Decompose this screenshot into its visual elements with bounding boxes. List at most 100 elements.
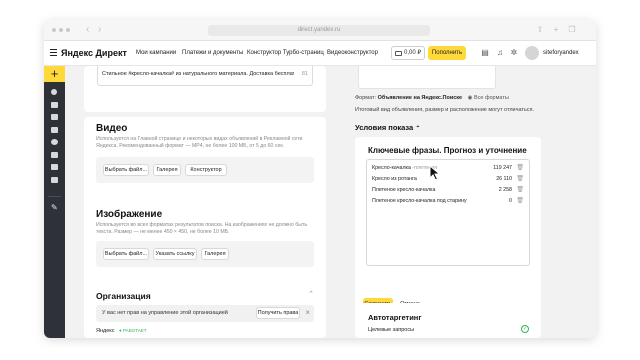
wrench-icon[interactable] [51,127,58,133]
close-icon[interactable]: × [305,308,310,318]
browser-toolbar: ‹ › direct.yandex.ru ⇪ + ❐ [44,20,596,41]
organization-notice-text: У вас нет прав на управление этой органи… [102,310,228,316]
keyword-phrase: Кресло из ротанга [372,176,417,182]
sidebar-divider [48,196,61,197]
video-gallery-button[interactable]: Галерея [153,164,181,176]
nav-payments[interactable]: Платежи и документы [182,50,243,56]
address-bar[interactable]: direct.yandex.ru [208,25,430,36]
share-icon[interactable]: ⇪ [536,26,544,34]
image-card: Изображение Используется во всех формата… [84,203,326,291]
video-choose-file-button[interactable]: Выбрать файл... [103,164,149,176]
ad-text-counter: 81 [301,71,308,77]
chevron-up-icon[interactable]: ⌃ [308,290,314,298]
back-arrow-icon[interactable]: ‹ [86,24,89,36]
format-line: Формат: Объявление на Яндекс.Поиске ◉ Вс… [355,95,509,101]
username[interactable]: siteforyandex [543,50,579,56]
keyword-count: 119 247 [493,165,512,171]
eye-icon: ◉ [467,95,473,101]
like-icon[interactable] [51,177,58,183]
new-tab-icon[interactable]: + [552,26,560,34]
info-icon[interactable] [51,139,58,145]
image-button-row: Выбрать файл... Указать ссылку Галерея [96,241,314,267]
ad-text-field[interactable]: Стильное #кресло-качалка# из натуральног… [97,66,313,86]
keywords-textarea[interactable]: Кресло-качалка -плетеная 119 247 🗑 Кресл… [366,159,530,266]
avatar[interactable] [525,46,539,60]
organization-status-badge: ● РАБОТАЕТ [119,328,147,333]
list-icon[interactable] [51,102,58,108]
preview-note: Итоговый вид объявления, размер и распол… [355,107,535,113]
forward-arrow-icon[interactable]: › [98,24,101,36]
pencil-icon[interactable]: ✎ [51,204,58,212]
all-formats-link[interactable]: Все форматы [474,95,509,101]
keyword-phrase: Плетеное кресло-качалка под старину [372,198,467,204]
image-choose-file-button[interactable]: Выбрать файл... [103,248,149,260]
messages-icon[interactable]: ▤ [481,49,489,57]
organization-title: Организация [96,291,151,301]
wallet-icon [395,51,402,56]
keyword-count: 26 110 [496,176,512,182]
autotargeting-card: Автотаргетинг Целевые запросы ✓ [355,303,541,338]
keyword-row[interactable]: Плетеное кресло-качалка под старину 0 🗑 [372,196,526,206]
chevron-up-icon: ⌃ [415,126,421,132]
keyword-count: 2 258 [498,187,512,193]
trash-icon[interactable]: 🗑 [516,163,524,173]
conditions-title[interactable]: Условия показа ⌃ [355,123,420,132]
format-label: Формат: [355,95,377,101]
format-value: Объявление на Яндекс.Поиске [377,95,463,101]
autotargeting-title: Автотаргетинг [368,313,422,322]
lightbulb-icon[interactable] [51,89,57,95]
organization-name-text: Яндекс [96,328,115,334]
logo[interactable]: Яндекс Директ [61,48,127,58]
add-campaign-button[interactable]: + [44,66,65,82]
nav-my-campaigns[interactable]: Мои кампании [136,50,176,56]
video-constructor-button[interactable]: Конструктор [185,164,227,176]
ad-preview [358,66,496,89]
notifications-icon[interactable]: ♫ [496,49,504,57]
keywords-card: Ключевые фразы. Прогноз и уточнение Крес… [355,137,541,317]
window-controls[interactable] [52,28,70,32]
trash-icon[interactable]: 🗑 [516,174,524,184]
video-title: Видео [96,123,128,134]
organization-card: Организация ⌃ У вас нет прав на управлен… [84,282,326,338]
browser-window: ‹ › direct.yandex.ru ⇪ + ❐ Яндекс Директ… [44,20,596,338]
check-icon[interactable]: ✓ [521,325,529,333]
balance-widget[interactable]: 0,00 ₽ [391,46,425,60]
autotargeting-item: Целевые запросы [368,327,415,333]
tag-icon[interactable] [51,152,58,158]
video-button-row: Выбрать файл... Галерея Конструктор [96,157,314,183]
app-header: Яндекс Директ Мои кампании Платежи и док… [44,41,596,66]
keyword-phrase: Кресло-качалка [372,165,411,171]
keywords-title: Ключевые фразы. Прогноз и уточнение [368,146,527,155]
organization-notice: У вас нет прав на управление этой органи… [96,305,314,322]
topup-button[interactable]: Пополнить [428,46,466,60]
nav-video-builder[interactable]: Видеоконструктор [327,50,378,56]
folder-icon[interactable] [51,114,58,120]
chart-icon[interactable] [51,164,58,170]
image-description: Используется во всех форматах результато… [96,222,308,235]
ad-text-value: Стильное #кресло-качалка# из натуральног… [102,71,294,77]
video-card: Видео Используется на Главной странице и… [84,117,326,212]
organization-name[interactable]: Яндекс ● РАБОТАЕТ [96,328,146,334]
balance-value: 0,00 ₽ [404,50,422,56]
organization-status-text: РАБОТАЕТ [123,328,147,333]
image-gallery-button[interactable]: Галерея [201,248,229,260]
conditions-title-text: Условия показа [355,123,414,132]
cursor-icon [429,165,441,181]
settings-icon[interactable]: ✲ [510,49,518,57]
get-rights-button[interactable]: Получить права [256,307,300,319]
keyword-phrase: Плетеное кресло-качалка [372,187,436,193]
image-link-button[interactable]: Указать ссылку [153,248,197,260]
trash-icon[interactable]: 🗑 [516,196,524,206]
video-description: Используется на Главной странице и некот… [96,136,303,149]
image-title: Изображение [96,209,163,220]
keyword-count: 0 [509,198,512,204]
keyword-row[interactable]: Кресло-качалка -плетеная 119 247 🗑 [372,163,526,173]
keyword-row[interactable]: Кресло из ротанга 26 110 🗑 [372,174,526,184]
keyword-row[interactable]: Плетеное кресло-качалка 2 258 🗑 [372,185,526,195]
menu-icon[interactable] [50,49,57,56]
sidebar: + ✎ [44,66,65,338]
ad-text-card: Стильное #кресло-качалка# из натуральног… [84,66,326,112]
tabs-overview-icon[interactable]: ❐ [568,26,576,34]
trash-icon[interactable]: 🗑 [516,185,524,195]
nav-turbo-builder[interactable]: Конструктор Турбо-страниц [247,50,324,56]
